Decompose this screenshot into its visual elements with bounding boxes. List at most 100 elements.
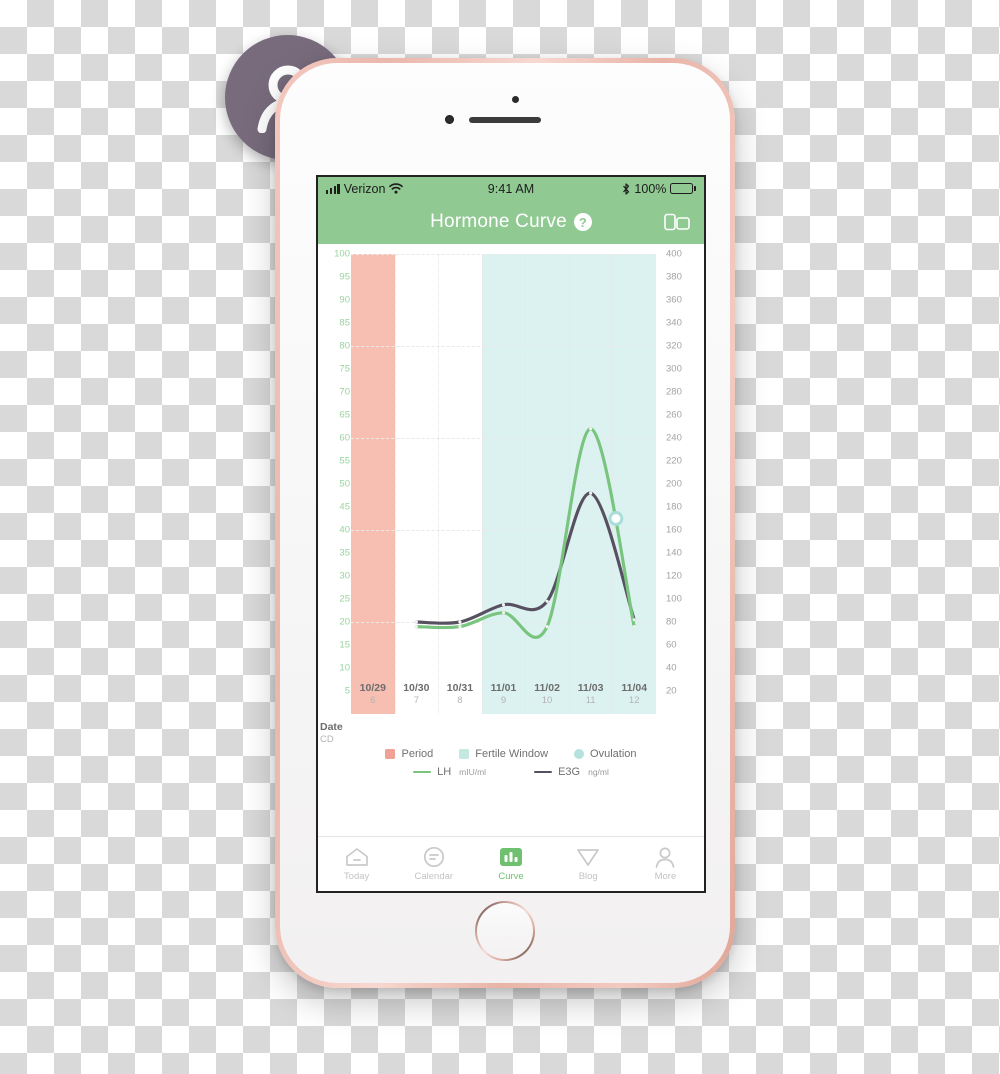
data-point[interactable] (632, 625, 636, 629)
legend-item-period: Period (385, 748, 433, 760)
right-tick-400: 400 (666, 248, 682, 260)
date-axis: 10/29 6 10/30 7 10/31 8 11/01 9 11/02 10 11/03 11 11… (351, 682, 656, 716)
legend-line-icon (534, 770, 553, 774)
legend-unit-label: mIU/ml (459, 767, 487, 777)
date-tick: 10/29 6 (360, 682, 386, 707)
data-point[interactable] (589, 427, 593, 431)
e3g-curve (414, 491, 636, 625)
plot-area[interactable]: 10/29 6 10/30 7 10/31 8 11/01 9 11/02 10 11/03 11 11… (351, 254, 656, 714)
date-tick: 11/04 12 (621, 682, 647, 707)
date-tick: 11/01 9 (491, 682, 517, 707)
question-mark-icon[interactable]: ? (573, 213, 592, 231)
legend-unit-label: ng/ml (588, 767, 609, 777)
right-tick-300: 300 (666, 363, 682, 375)
right-tick-40: 40 (666, 662, 677, 674)
legend-label: E3G (558, 766, 581, 778)
paper-plane-icon (576, 846, 600, 868)
left-tick-25: 25 (339, 593, 350, 605)
phone-frame: Verizon 9:41 AM 100% Hormone Curve ? 100… (275, 58, 735, 988)
right-axis-e3g: 400 380 360 340 320 300 280 260 240 220 200 180 160 1… (666, 249, 696, 714)
date-label: 10/30 (403, 682, 430, 694)
data-point[interactable] (501, 603, 506, 607)
right-tick-280: 280 (666, 386, 682, 398)
date-label: 11/02 (534, 682, 560, 694)
phone-screen: Verizon 9:41 AM 100% Hormone Curve ? 100… (316, 175, 706, 893)
data-point[interactable] (589, 491, 593, 495)
left-tick-15: 15 (339, 639, 350, 651)
person-icon (654, 846, 676, 868)
tab-bar: Today Calendar Curve Blog More (318, 836, 704, 891)
legend-item-ovulation: Ovulation (574, 748, 637, 760)
legend-swatch-icon (385, 749, 396, 759)
bluetooth-icon (623, 182, 630, 195)
signal-bars-icon (326, 183, 340, 194)
date-tick: 11/03 11 (578, 682, 604, 707)
battery-full-icon (670, 183, 696, 194)
wifi-icon (389, 183, 404, 194)
legend-swatch-icon (459, 749, 470, 759)
date-label: 11/01 (490, 682, 517, 694)
data-point[interactable] (632, 618, 636, 622)
right-tick-20: 20 (666, 685, 677, 697)
front-camera-icon (445, 115, 454, 124)
hormone-chart: 100 95 90 85 80 75 70 65 60 55 50 45 40 35 30 25 20 15 10 5… (318, 244, 704, 746)
carrier-label: Verizon (343, 181, 386, 196)
tab-blog[interactable]: Blog (550, 837, 627, 891)
data-point[interactable] (545, 599, 549, 603)
data-point[interactable] (458, 625, 462, 629)
tab-more[interactable]: More (627, 837, 704, 891)
left-tick-35: 35 (339, 547, 350, 559)
tab-today[interactable]: Today (318, 837, 395, 891)
right-tick-100: 100 (666, 593, 682, 605)
tab-curve[interactable]: Curve (472, 837, 549, 891)
date-tick: 10/31 8 (447, 682, 473, 707)
left-tick-5: 5 (344, 685, 350, 697)
left-tick-95: 95 (339, 271, 350, 283)
data-point[interactable] (458, 620, 462, 624)
right-tick-140: 140 (666, 547, 682, 559)
left-tick-80: 80 (339, 340, 350, 352)
legend-label: Fertile Window (475, 748, 549, 760)
right-tick-160: 160 (666, 524, 682, 536)
tab-label: More (654, 871, 677, 882)
cd-header-label: CD (320, 734, 334, 745)
cycle-day-label: 7 (413, 695, 419, 706)
data-point[interactable] (414, 620, 418, 624)
data-point[interactable] (545, 625, 549, 629)
left-tick-100: 100 (334, 248, 350, 260)
legend-item-e3g: E3G ng/ml (534, 766, 609, 778)
right-tick-60: 60 (666, 639, 677, 651)
right-tick-260: 260 (666, 409, 682, 421)
date-axis-header: Date CD (320, 721, 343, 746)
chart-legend: Period Fertile Window Ovulation LH mIU/ml E3… (318, 744, 704, 778)
left-tick-55: 55 (339, 455, 350, 467)
clock-label: 9:41 AM (487, 181, 535, 196)
cycle-day-label: 12 (628, 695, 640, 706)
right-tick-120: 120 (666, 570, 682, 582)
home-button[interactable] (475, 901, 535, 961)
home-icon (345, 846, 369, 868)
date-label: 11/03 (577, 682, 604, 694)
data-point[interactable] (414, 625, 418, 629)
bar-chart-icon (500, 846, 522, 868)
left-tick-30: 30 (339, 570, 350, 582)
right-tick-240: 240 (666, 432, 682, 444)
nav-bar: Hormone Curve ? (318, 200, 704, 244)
left-tick-90: 90 (339, 294, 350, 306)
date-label: 10/29 (359, 682, 386, 694)
right-tick-360: 360 (666, 294, 682, 306)
legend-item-fertile-window: Fertile Window (459, 748, 548, 760)
right-tick-80: 80 (666, 616, 677, 628)
date-tick: 10/30 7 (403, 682, 429, 707)
left-tick-20: 20 (339, 616, 350, 628)
date-header-label: Date (320, 721, 343, 733)
legend-label: Ovulation (590, 748, 637, 760)
right-tick-380: 380 (666, 271, 682, 283)
device-share-icon[interactable] (664, 213, 690, 231)
page-title: Hormone Curve (430, 211, 567, 232)
tab-calendar[interactable]: Calendar (395, 837, 472, 891)
left-tick-65: 65 (339, 409, 350, 421)
data-point[interactable] (501, 611, 506, 615)
cycle-day-label: 6 (370, 695, 376, 706)
ovulation-marker[interactable] (608, 511, 624, 526)
